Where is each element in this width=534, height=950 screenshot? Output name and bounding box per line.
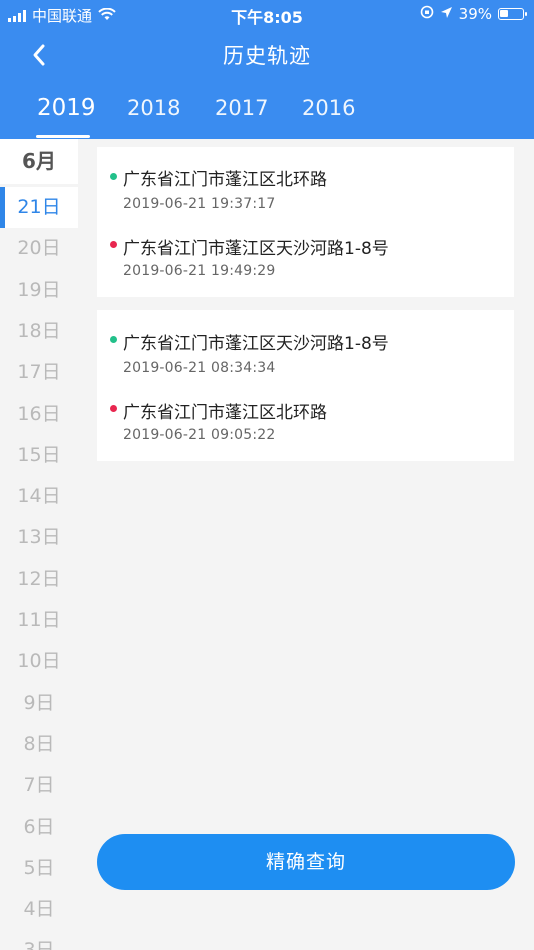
page-title: 历史轨迹 <box>223 44 311 68</box>
sidebar-day-item[interactable]: 10日 <box>0 641 78 682</box>
sidebar-day-item[interactable]: 18日 <box>0 311 78 352</box>
status-bar: 中国联通 下午8:05 39% <box>0 0 534 28</box>
trip-end-time: 2019-06-21 19:49:29 <box>123 263 276 279</box>
sidebar-day-item[interactable]: 20日 <box>0 228 78 269</box>
sidebar-day-item[interactable]: 6日 <box>0 807 78 848</box>
trip-start-time: 2019-06-21 08:34:34 <box>123 360 276 376</box>
sidebar-day-item[interactable]: 5日 <box>0 848 78 889</box>
sidebar-day-item[interactable]: 13日 <box>0 517 78 558</box>
sidebar-day-item[interactable]: 9日 <box>0 683 78 724</box>
trip-card[interactable]: 广东省江门市蓬江区北环路 2019-06-21 19:37:17 广东省江门市蓬… <box>97 147 514 297</box>
sidebar-day-item[interactable]: 3日 <box>0 930 78 950</box>
sidebar-day-item[interactable]: 21日 <box>0 187 78 228</box>
trip-start-address: 广东省江门市蓬江区天沙河路1-8号 <box>123 334 389 354</box>
trip-end-address: 广东省江门市蓬江区北环路 <box>123 403 327 423</box>
sidebar-day-item[interactable]: 8日 <box>0 724 78 765</box>
header-bar: 中国联通 下午8:05 39% 历史轨迹 2019 2018 2017 2016 <box>0 0 534 139</box>
end-dot-icon <box>110 405 117 412</box>
sidebar-day-item[interactable]: 14日 <box>0 476 78 517</box>
nav-bar: 历史轨迹 <box>0 28 534 80</box>
trip-end-time: 2019-06-21 09:05:22 <box>123 427 276 443</box>
start-dot-icon <box>110 173 117 180</box>
battery-icon <box>498 8 527 20</box>
tab-year-2018[interactable]: 2018 <box>127 96 180 120</box>
sidebar-day-item[interactable]: 11日 <box>0 600 78 641</box>
date-sidebar: 6月 21日 20日 19日 18日 17日 16日 15日 14日 13日 12日 11日 10日 9… <box>0 139 78 950</box>
sidebar-day-item[interactable]: 17日 <box>0 352 78 393</box>
location-arrow-icon <box>440 5 453 23</box>
year-tabs: 2019 2018 2017 2016 <box>0 88 534 139</box>
active-tab-indicator <box>36 135 90 138</box>
tab-year-2017[interactable]: 2017 <box>215 96 268 120</box>
trip-start-address: 广东省江门市蓬江区北环路 <box>123 170 327 190</box>
month-label: 6月 <box>0 139 78 184</box>
sidebar-day-item[interactable]: 15日 <box>0 435 78 476</box>
tab-year-2016[interactable]: 2016 <box>302 96 355 120</box>
sidebar-day-item[interactable]: 12日 <box>0 559 78 600</box>
trip-end-address: 广东省江门市蓬江区天沙河路1-8号 <box>123 239 389 259</box>
sidebar-day-item[interactable]: 16日 <box>0 394 78 435</box>
battery-percent: 39% <box>458 5 492 23</box>
orientation-lock-icon <box>420 5 434 23</box>
precise-query-button[interactable]: 精确查询 <box>97 834 515 890</box>
sidebar-day-item[interactable]: 7日 <box>0 765 78 806</box>
tab-year-2019[interactable]: 2019 <box>37 95 96 121</box>
sidebar-day-item[interactable]: 19日 <box>0 270 78 311</box>
trip-card[interactable]: 广东省江门市蓬江区天沙河路1-8号 2019-06-21 08:34:34 广东… <box>97 310 514 461</box>
trip-start-time: 2019-06-21 19:37:17 <box>123 196 276 212</box>
end-dot-icon <box>110 241 117 248</box>
start-dot-icon <box>110 336 117 343</box>
sidebar-day-item[interactable]: 4日 <box>0 889 78 930</box>
